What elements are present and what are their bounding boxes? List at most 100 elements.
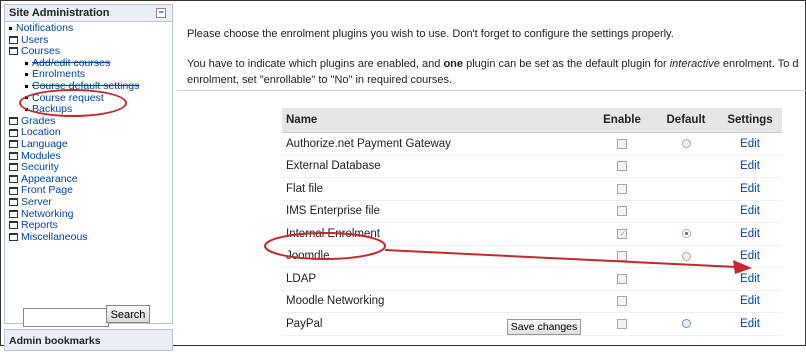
settings-cell: Edit xyxy=(718,132,782,156)
sidebar-item-label: Front Page xyxy=(21,184,73,197)
enable-checkbox[interactable] xyxy=(617,161,627,172)
plugin-name: Moodle Networking xyxy=(282,290,590,313)
edit-link[interactable]: Edit xyxy=(740,183,760,195)
folder-icon xyxy=(9,175,18,184)
sidebar-item-label: Security xyxy=(21,161,59,174)
sidebar-item-users[interactable]: Users xyxy=(9,34,48,46)
settings-cell: Edit xyxy=(718,245,782,268)
folder-icon xyxy=(9,47,18,56)
save-changes-button[interactable]: Save changes xyxy=(507,319,581,335)
column-header-enable: Enable xyxy=(590,108,654,133)
edit-link[interactable]: Edit xyxy=(740,250,760,262)
enable-cell xyxy=(590,222,654,246)
column-header-settings: Settings xyxy=(718,108,782,133)
bullet-icon xyxy=(25,73,28,77)
sidebar-item-add-edit-courses[interactable]: Add/edit courses xyxy=(25,57,110,69)
enable-cell xyxy=(590,312,654,336)
default-cell xyxy=(654,290,718,313)
sidebar-item-grades[interactable]: Grades xyxy=(9,115,55,127)
settings-cell: Edit xyxy=(718,267,782,291)
intro-text-part: You have to indicate which plugins are e… xyxy=(187,58,444,70)
folder-icon xyxy=(9,186,18,195)
edit-link[interactable]: Edit xyxy=(740,273,760,285)
enable-cell xyxy=(590,290,654,313)
enable-cell xyxy=(590,200,654,223)
sidebar-item-security[interactable]: Security xyxy=(9,162,59,173)
default-radio[interactable] xyxy=(681,251,691,261)
sidebar-item-server[interactable]: Server xyxy=(9,197,52,208)
default-radio[interactable] xyxy=(681,139,691,149)
default-cell xyxy=(654,312,718,336)
settings-cell: Edit xyxy=(718,222,782,246)
column-header-default: Default xyxy=(654,108,718,133)
column-header-name: Name xyxy=(282,108,590,133)
enable-checkbox[interactable] xyxy=(617,296,627,307)
enable-checkbox[interactable] xyxy=(617,251,627,262)
edit-link[interactable]: Edit xyxy=(740,160,760,172)
sidebar-item-language[interactable]: Language xyxy=(9,139,68,150)
folder-icon xyxy=(9,221,18,230)
admin-search-input[interactable] xyxy=(23,308,109,327)
default-cell xyxy=(654,155,718,178)
table-header-row: Name Enable Default Settings xyxy=(282,108,782,133)
enable-checkbox[interactable] xyxy=(617,206,627,217)
enable-cell xyxy=(590,245,654,268)
sidebar-item-label: Server xyxy=(21,196,52,208)
bullet-icon xyxy=(9,26,12,30)
edit-link[interactable]: Edit xyxy=(740,228,760,240)
intro-text-bold: one xyxy=(443,58,464,70)
settings-cell: Edit xyxy=(718,290,782,313)
edit-link[interactable]: Edit xyxy=(740,318,760,330)
folder-icon xyxy=(9,117,18,126)
settings-cell: Edit xyxy=(718,177,782,201)
sidebar-item-reports[interactable]: Reports xyxy=(9,220,58,231)
sidebar-item-enrolments[interactable]: Enrolments xyxy=(25,69,85,80)
enrolments-highlight-annotation xyxy=(19,89,127,117)
enable-checkbox[interactable] xyxy=(617,273,627,284)
plugin-name: External Database xyxy=(282,155,590,178)
folder-icon xyxy=(9,151,18,160)
enable-checkbox[interactable] xyxy=(617,183,627,194)
admin-bookmarks-title: Admin bookmarks xyxy=(9,335,101,347)
table-row: IMS Enterprise file Edit xyxy=(282,200,782,223)
plugin-name: IMS Enterprise file xyxy=(282,200,590,223)
table-row: LDAP Edit xyxy=(282,267,782,291)
sidebar-item-networking[interactable]: Networking xyxy=(9,207,74,220)
folder-icon xyxy=(9,35,18,44)
plugin-name: LDAP xyxy=(282,267,590,291)
edit-link[interactable]: Edit xyxy=(740,138,760,150)
admin-search-button[interactable]: Search xyxy=(106,305,150,323)
site-administration-header: Site Administration − xyxy=(5,5,172,22)
sidebar-item-notifications[interactable]: Notifications xyxy=(9,23,73,34)
sidebar-item-label: Networking xyxy=(21,207,74,220)
default-cell xyxy=(654,267,718,291)
folder-icon xyxy=(9,163,18,172)
enable-checkbox[interactable] xyxy=(617,228,627,239)
enable-cell xyxy=(590,267,654,291)
collapse-toggle-icon[interactable]: − xyxy=(156,8,166,18)
site-administration-title: Site Administration xyxy=(9,7,110,19)
enrolment-plugins-table: Name Enable Default Settings Authorize.n… xyxy=(282,108,782,336)
edit-link[interactable]: Edit xyxy=(740,295,760,307)
default-radio[interactable] xyxy=(681,319,691,329)
folder-icon xyxy=(9,128,18,137)
enable-cell xyxy=(590,177,654,201)
default-cell xyxy=(654,132,718,156)
enable-checkbox[interactable] xyxy=(617,318,627,329)
sidebar-item-courses[interactable]: Courses xyxy=(9,46,60,57)
folder-icon xyxy=(9,140,18,149)
sidebar-item-label: Location xyxy=(21,126,61,139)
sidebar-item-miscellaneous[interactable]: Miscellaneous xyxy=(9,231,88,243)
sidebar-item-modules[interactable]: Modules xyxy=(9,150,61,162)
intro-text-line3: enrolment, set "enrollable" to "No" in r… xyxy=(187,74,453,86)
enable-checkbox[interactable] xyxy=(617,138,627,149)
sidebar-item-front-page[interactable]: Front Page xyxy=(9,185,73,196)
sidebar-item-appearance[interactable]: Appearance xyxy=(9,173,78,185)
enable-cell xyxy=(590,132,654,156)
intro-text-part: plugin can be set as the default plugin … xyxy=(463,58,670,70)
edit-link[interactable]: Edit xyxy=(740,205,760,217)
main-content: Please choose the enrolment plugins you … xyxy=(177,14,806,344)
folder-icon xyxy=(9,209,18,218)
sidebar-item-location[interactable]: Location xyxy=(9,127,61,138)
default-radio[interactable] xyxy=(681,229,691,239)
